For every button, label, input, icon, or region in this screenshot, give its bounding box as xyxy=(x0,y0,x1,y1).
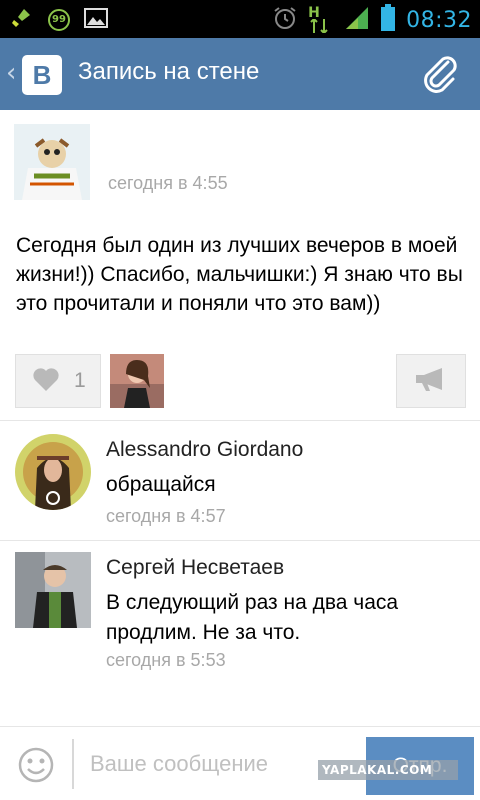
status-bar: 99 H 08:32 xyxy=(0,0,480,38)
comment-author[interactable]: Alessandro Giordano xyxy=(106,438,303,462)
comment-avatar[interactable] xyxy=(15,552,91,628)
like-count: 1 xyxy=(74,369,86,392)
back-chevron-icon[interactable]: ‹ xyxy=(6,58,16,88)
app-header: ‹ B Запись на стене xyxy=(0,38,480,110)
comment-timestamp: сегодня в 5:53 xyxy=(106,650,226,670)
broom-icon xyxy=(10,6,34,34)
battery-icon xyxy=(380,4,396,36)
vk-logo[interactable]: B xyxy=(22,55,62,95)
image-icon xyxy=(84,7,108,33)
mobile-data-icon: H xyxy=(308,5,334,35)
signal-icon xyxy=(344,5,370,35)
post-author-avatar[interactable] xyxy=(14,124,90,200)
comment-text: В следующий раз на два часа продлим. Не … xyxy=(106,591,399,644)
liker-avatar[interactable] xyxy=(110,354,164,408)
heart-icon xyxy=(32,366,60,396)
comment-timestamp: сегодня в 4:57 xyxy=(106,506,226,526)
comment-avatar[interactable] xyxy=(15,434,91,510)
emoji-icon[interactable] xyxy=(18,747,54,787)
watermark: YAPLAKAL.COM xyxy=(318,760,458,780)
post-timestamp: сегодня в 4:55 xyxy=(108,173,228,193)
alarm-icon xyxy=(272,5,298,35)
like-button[interactable]: 1 xyxy=(15,354,101,408)
paperclip-icon[interactable] xyxy=(418,52,462,100)
divider xyxy=(0,540,480,541)
clock: 08:32 xyxy=(406,7,472,33)
megaphone-icon xyxy=(414,366,448,396)
divider xyxy=(0,420,480,421)
comment-text: обращайся xyxy=(106,473,216,496)
comment-author[interactable]: Сергей Несветаев xyxy=(106,556,284,580)
post-text: Сегодня был один из лучших вечеров в мое… xyxy=(16,234,463,315)
share-button[interactable] xyxy=(396,354,466,408)
separator xyxy=(72,739,74,789)
page-title: Запись на стене xyxy=(78,58,260,85)
badge-99-icon: 99 xyxy=(48,9,70,31)
